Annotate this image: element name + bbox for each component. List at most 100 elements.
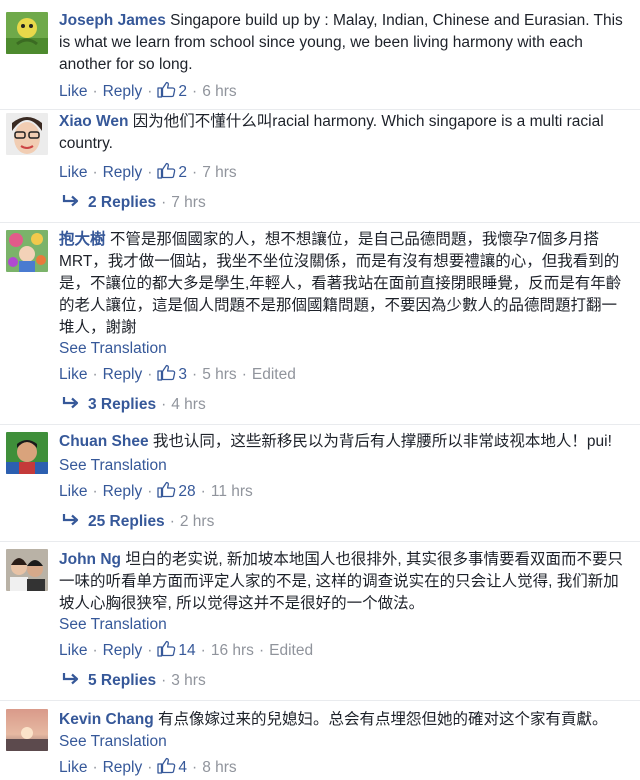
- see-translation-link[interactable]: See Translation: [59, 455, 167, 477]
- comment-text: 因为他们不懂什么叫racial harmony. Which singapore…: [59, 113, 604, 152]
- see-translation-link[interactable]: See Translation: [59, 614, 167, 636]
- avatar[interactable]: [6, 432, 48, 474]
- thumbs-up-icon[interactable]: [157, 364, 176, 381]
- replies-row: 3 Replies · 4 hrs: [62, 396, 206, 414]
- avatar[interactable]: [6, 12, 48, 54]
- comment-body: Chuan Shee 我也认同，这些新移民以为背后有人撑腰所以非常歧视本地人！p…: [59, 431, 632, 453]
- like-count[interactable]: 2: [178, 164, 187, 181]
- separator-dot: ·: [92, 483, 98, 500]
- divider: [0, 222, 640, 223]
- comment-body: 抱大樹 不管是那個國家的人，想不想讓位，是自己品德問題，我懷孕7個多月搭MRT，…: [59, 229, 632, 339]
- separator-dot: ·: [92, 759, 98, 776]
- comment-author[interactable]: Joseph James: [59, 12, 166, 29]
- separator-dot: ·: [192, 164, 198, 181]
- separator-dot: ·: [147, 83, 153, 100]
- separator-dot: ·: [147, 483, 153, 500]
- reply-link[interactable]: Reply: [103, 366, 143, 383]
- separator-dot: ·: [161, 396, 167, 413]
- like-count[interactable]: 14: [178, 642, 195, 659]
- comment-text: 我也认同，这些新移民以为背后有人撑腰所以非常歧视本地人！pui!: [152, 433, 612, 450]
- separator-dot: ·: [161, 194, 167, 211]
- comment-body: Joseph James Singapore build up by : Mal…: [59, 10, 632, 76]
- separator-dot: ·: [147, 366, 153, 383]
- replies-row: 5 Replies · 3 hrs: [62, 672, 206, 690]
- like-count[interactable]: 2: [178, 83, 187, 100]
- reply-link[interactable]: Reply: [103, 164, 143, 181]
- comment-text: 不管是那個國家的人，想不想讓位，是自己品德問題，我懷孕7個多月搭MRT，我才做一…: [59, 231, 622, 336]
- separator-dot: ·: [147, 164, 153, 181]
- like-link[interactable]: Like: [59, 642, 87, 659]
- see-translation-link[interactable]: See Translation: [59, 731, 167, 753]
- view-replies-link[interactable]: 2 Replies: [88, 194, 156, 211]
- comment-actions: Like · Reply · 14 · 16 hrs · Edited: [59, 640, 313, 660]
- comment-text: 坦白的老实说, 新加坡本地国人也很排外, 其实很多事情要看双面而不要只一味的听看…: [59, 551, 624, 612]
- comment-time[interactable]: 7 hrs: [202, 164, 236, 181]
- reply-arrow-icon: [62, 396, 80, 410]
- thumbs-up-icon[interactable]: [157, 81, 176, 98]
- comment-time[interactable]: 11 hrs: [211, 483, 253, 500]
- comment-actions: Like · Reply · 4 · 8 hrs: [59, 757, 237, 777]
- comment-author[interactable]: Kevin Chang: [59, 711, 154, 728]
- divider: [0, 541, 640, 542]
- replies-time: 3 hrs: [171, 672, 206, 689]
- like-link[interactable]: Like: [59, 366, 87, 383]
- edited-label[interactable]: Edited: [252, 366, 296, 383]
- avatar[interactable]: [6, 709, 48, 751]
- reply-link[interactable]: Reply: [103, 83, 143, 100]
- avatar[interactable]: [6, 549, 48, 591]
- separator-dot: ·: [92, 164, 98, 181]
- comment-author[interactable]: John Ng: [59, 551, 121, 568]
- divider: [0, 700, 640, 701]
- thumbs-up-icon[interactable]: [157, 640, 176, 657]
- like-count[interactable]: 4: [178, 759, 187, 776]
- comment-time[interactable]: 8 hrs: [202, 759, 236, 776]
- reply-arrow-icon: [62, 194, 80, 208]
- reply-link[interactable]: Reply: [103, 759, 143, 776]
- like-link[interactable]: Like: [59, 164, 87, 181]
- comment-actions: Like · Reply · 3 · 5 hrs · Edited: [59, 364, 296, 384]
- like-link[interactable]: Like: [59, 759, 87, 776]
- divider: [0, 109, 640, 110]
- comment-body: Xiao Wen 因为他们不懂什么叫racial harmony. Which …: [59, 111, 632, 155]
- avatar[interactable]: [6, 230, 48, 272]
- separator-dot: ·: [92, 366, 98, 383]
- divider: [0, 424, 640, 425]
- comment-time[interactable]: 6 hrs: [202, 83, 236, 100]
- separator-dot: ·: [147, 759, 153, 776]
- comment-body: John Ng 坦白的老实说, 新加坡本地国人也很排外, 其实很多事情要看双面而…: [59, 549, 632, 615]
- comment-time[interactable]: 16 hrs: [211, 642, 254, 659]
- like-count[interactable]: 3: [178, 366, 187, 383]
- replies-time: 7 hrs: [171, 194, 206, 211]
- separator-dot: ·: [200, 483, 206, 500]
- separator-dot: ·: [92, 642, 98, 659]
- comment-actions: Like · Reply · 2 · 7 hrs: [59, 162, 237, 182]
- view-replies-link[interactable]: 25 Replies: [88, 513, 165, 530]
- see-translation-link[interactable]: See Translation: [59, 338, 167, 360]
- thumbs-up-icon[interactable]: [157, 162, 176, 179]
- reply-link[interactable]: Reply: [103, 483, 143, 500]
- edited-label[interactable]: Edited: [269, 642, 313, 659]
- thumbs-up-icon[interactable]: [157, 481, 176, 498]
- reply-arrow-icon: [62, 513, 80, 527]
- thumbs-up-icon[interactable]: [157, 757, 176, 774]
- separator-dot: ·: [258, 642, 265, 659]
- view-replies-link[interactable]: 5 Replies: [88, 672, 156, 689]
- replies-row: 2 Replies · 7 hrs: [62, 194, 206, 212]
- view-replies-link[interactable]: 3 Replies: [88, 396, 156, 413]
- comment-author[interactable]: Xiao Wen: [59, 113, 128, 130]
- like-count[interactable]: 28: [178, 483, 195, 500]
- comment-actions: Like · Reply · 2 · 6 hrs: [59, 81, 237, 101]
- comment-body: Kevin Chang 有点像嫁过来的兒媳妇。总会有点埋怨但她的確对这个家有貢獻…: [59, 709, 632, 731]
- comment-author[interactable]: 抱大樹: [59, 231, 106, 248]
- comment-actions: Like · Reply · 28 · 11 hrs: [59, 481, 253, 501]
- comment-time[interactable]: 5 hrs: [202, 366, 236, 383]
- avatar[interactable]: [6, 113, 48, 155]
- reply-link[interactable]: Reply: [103, 642, 143, 659]
- separator-dot: ·: [192, 83, 198, 100]
- reply-arrow-icon: [62, 672, 80, 686]
- like-link[interactable]: Like: [59, 483, 87, 500]
- separator-dot: ·: [161, 672, 167, 689]
- comment-author[interactable]: Chuan Shee: [59, 433, 149, 450]
- separator-dot: ·: [147, 642, 153, 659]
- like-link[interactable]: Like: [59, 83, 87, 100]
